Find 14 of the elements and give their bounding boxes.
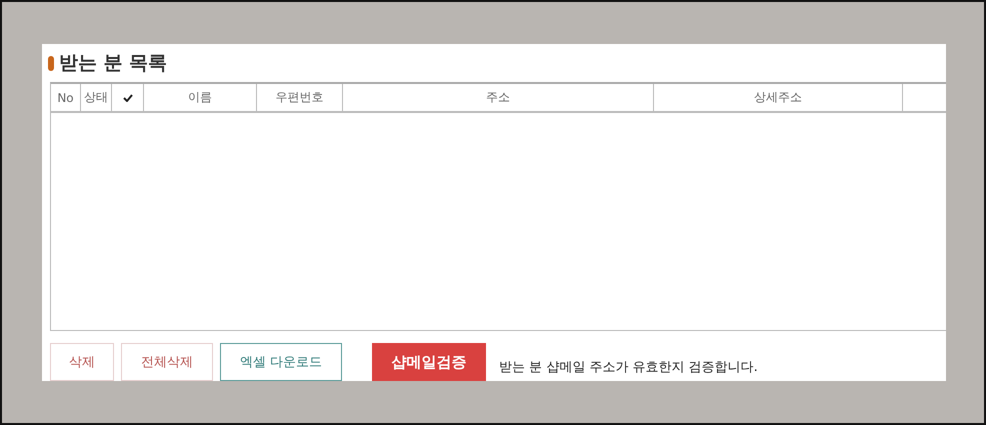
checkmark-icon bbox=[122, 94, 132, 102]
column-header: 상태 bbox=[81, 84, 112, 111]
column-header: 주소 bbox=[343, 84, 654, 111]
column-header: No bbox=[51, 84, 81, 111]
section-title: 받는 분 목록 bbox=[59, 51, 168, 76]
verify-button[interactable]: 샵메일검증 bbox=[372, 343, 486, 381]
bullet-icon bbox=[48, 56, 54, 70]
action-button[interactable]: 엑셀 다운로드 bbox=[220, 343, 342, 381]
help-text: 받는 분 샵메일 주소가 유효한지 검증합니다. bbox=[499, 359, 758, 376]
action-button[interactable]: 전체삭제 bbox=[121, 343, 213, 381]
column-header: 우편번호 bbox=[257, 84, 343, 111]
column-header: 이름 bbox=[144, 84, 257, 111]
column-header: 상세주소 bbox=[654, 84, 903, 111]
action-button[interactable]: 삭제 bbox=[50, 343, 114, 381]
